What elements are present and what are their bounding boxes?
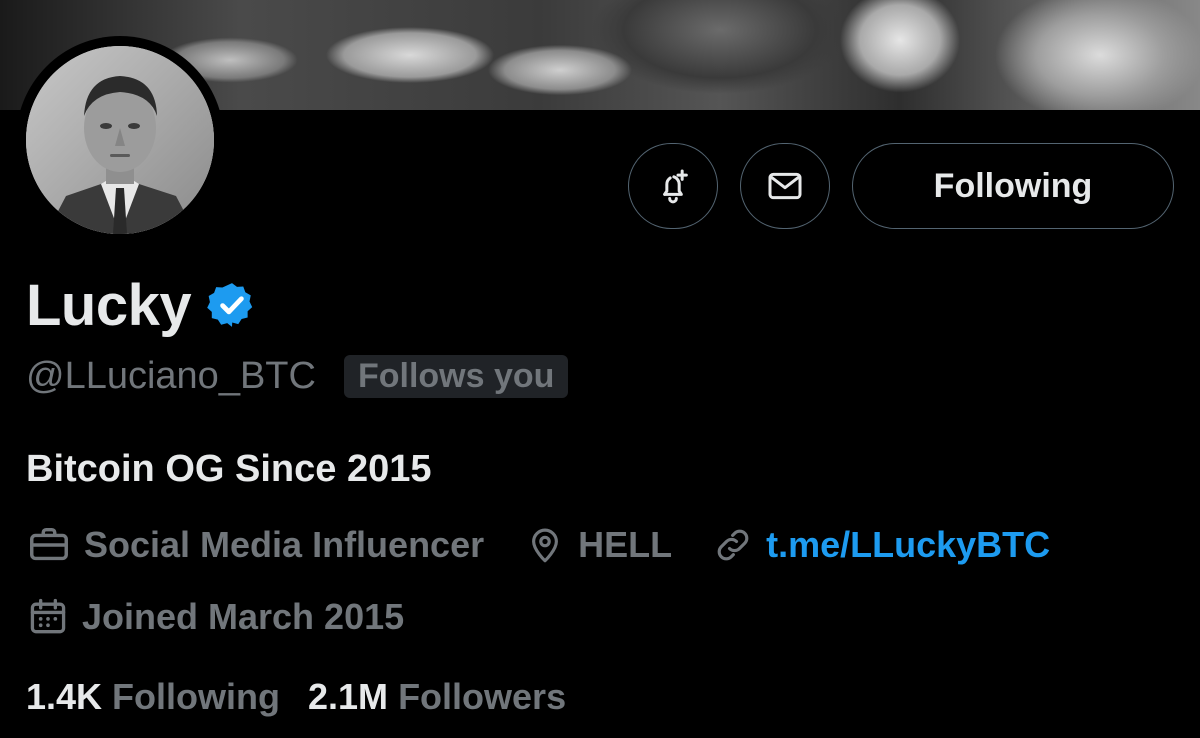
- bell-plus-icon: [663, 169, 688, 204]
- website-link[interactable]: t.me/LLuckyBTC: [766, 524, 1050, 566]
- avatar-photo: [26, 46, 214, 234]
- link-icon: [717, 529, 749, 561]
- follows-you-badge: Follows you: [343, 354, 569, 398]
- envelope-icon: [768, 172, 802, 200]
- followers-stat[interactable]: 2.1M Followers: [308, 676, 566, 718]
- followers-count: 2.1M: [308, 676, 389, 717]
- following-stat-label: Following: [112, 676, 281, 717]
- following-button[interactable]: Following: [852, 143, 1174, 229]
- following-stat[interactable]: 1.4K Following: [26, 676, 280, 718]
- location-pin-icon: [532, 528, 559, 563]
- avatar[interactable]: [26, 46, 214, 234]
- profile-meta-row: Social Media Influencer HELL t.me/LLucky…: [26, 520, 1090, 570]
- handle-row: @LLuciano_BTC Follows you: [26, 352, 569, 400]
- joined-row: Joined March 2015: [26, 592, 444, 642]
- calendar-icon: [30, 598, 66, 634]
- verified-badge-icon[interactable]: [207, 280, 257, 330]
- display-name: Lucky: [26, 272, 192, 338]
- joined-item: Joined March 2015: [26, 595, 404, 639]
- message-button[interactable]: [740, 143, 830, 229]
- display-name-row: Lucky: [26, 270, 257, 340]
- category-text: Social Media Influencer: [84, 524, 485, 565]
- notify-button[interactable]: [628, 143, 718, 229]
- category-item: Social Media Influencer: [26, 522, 484, 568]
- website-item[interactable]: t.me/LLuckyBTC: [712, 524, 1050, 566]
- user-handle: @LLuciano_BTC: [26, 354, 316, 397]
- briefcase-icon: [30, 527, 68, 561]
- location-text: HELL: [578, 524, 673, 565]
- follow-stats-row: 1.4K Following 2.1M Followers: [26, 676, 594, 718]
- following-count: 1.4K: [26, 676, 103, 717]
- profile-bio: Bitcoin OG Since 2015: [26, 448, 432, 490]
- joined-text: Joined March 2015: [82, 596, 405, 637]
- followers-stat-label: Followers: [398, 676, 567, 717]
- location-item: HELL: [524, 524, 672, 566]
